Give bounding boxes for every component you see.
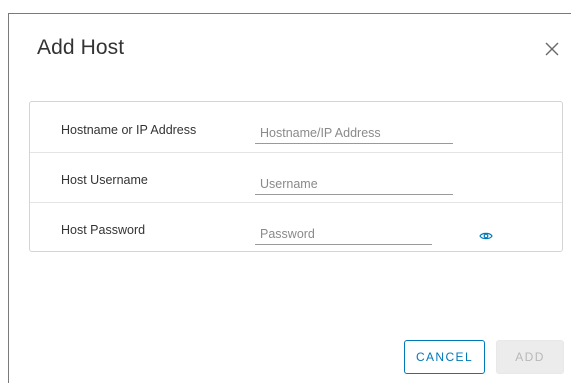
password-label: Host Password <box>61 223 146 237</box>
close-icon <box>543 40 561 58</box>
close-button[interactable] <box>543 40 561 58</box>
dialog-title: Add Host <box>37 36 125 59</box>
password-input[interactable] <box>255 223 432 245</box>
host-form: Hostname or IP Address Host Username Hos… <box>29 101 563 252</box>
eye-icon <box>479 231 493 241</box>
page: Add Host Hostname or IP Address Host Use… <box>0 0 571 383</box>
username-input[interactable] <box>255 173 453 195</box>
cancel-button[interactable]: CANCEL <box>404 340 485 374</box>
username-label: Host Username <box>61 173 148 187</box>
form-row-username: Host Username <box>30 152 562 203</box>
hostname-label: Hostname or IP Address <box>61 123 197 137</box>
add-host-dialog: Add Host Hostname or IP Address Host Use… <box>8 13 571 383</box>
form-row-password: Host Password <box>30 202 562 253</box>
add-button[interactable]: ADD <box>496 340 564 374</box>
form-row-hostname: Hostname or IP Address <box>30 102 562 152</box>
hostname-input[interactable] <box>255 122 453 144</box>
show-password-toggle[interactable] <box>479 231 493 241</box>
